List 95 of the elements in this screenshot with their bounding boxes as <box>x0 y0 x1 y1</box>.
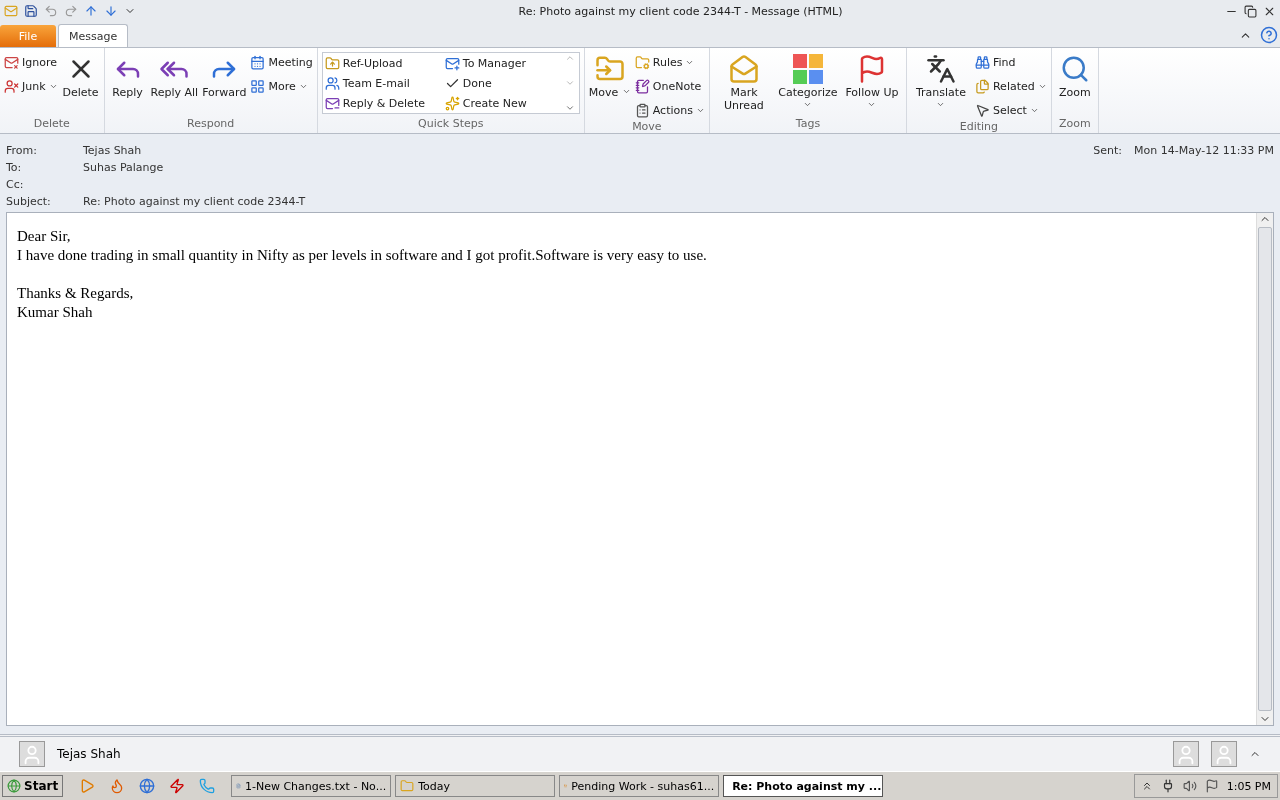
ribbon-button[interactable]: Related <box>974 76 1047 96</box>
people-icon <box>324 75 340 91</box>
field-label: To: <box>6 161 23 174</box>
taskbar-button[interactable]: Today <box>395 775 556 797</box>
field-value: Suhas Palange <box>83 161 165 174</box>
group-label: Zoom <box>1057 117 1092 132</box>
browser-icon[interactable] <box>139 778 156 794</box>
calendar-icon <box>250 54 266 70</box>
field-label: Subject: <box>6 195 52 208</box>
quick-step[interactable]: Create New <box>444 93 565 113</box>
group-label: Delete <box>32 117 71 132</box>
envelope-icon <box>324 95 340 111</box>
ribbon-button[interactable]: Reply <box>108 52 147 99</box>
envelope-x-icon <box>4 54 19 70</box>
media-player-icon[interactable] <box>79 778 96 794</box>
taskbar-button[interactable]: Pending Work - suhas61... <box>559 775 720 797</box>
ribbon-button[interactable]: Rules <box>634 52 705 72</box>
redo-icon[interactable] <box>64 4 78 18</box>
clock: 1:05 PM <box>1226 779 1271 793</box>
undo-icon[interactable] <box>44 4 58 18</box>
up-arrow-icon[interactable] <box>84 4 98 18</box>
caret-icon <box>867 100 877 109</box>
group-label: Editing <box>958 120 999 133</box>
body-text: Kumar Shah <box>17 303 94 322</box>
window-title: Re: Photo against my client code 2344-T - Message (HTML) <box>517 4 844 18</box>
notebook-icon <box>634 78 650 94</box>
taskbar-button[interactable]: 1-New Changes.txt - No... <box>231 775 392 797</box>
ribbon-button[interactable]: Select <box>974 100 1047 120</box>
start-button[interactable]: Start <box>2 775 64 797</box>
ribbon-tab[interactable]: Message <box>58 24 129 47</box>
ribbon-button[interactable]: Meeting <box>250 52 313 72</box>
ribbon-button[interactable]: Junk <box>4 76 58 96</box>
quick-step[interactable]: Team E-mail <box>324 73 445 93</box>
body-text: Dear Sir, <box>17 227 72 246</box>
color-squares-icon <box>792 54 823 84</box>
ribbon-button[interactable]: Categorize <box>777 52 838 112</box>
group-label: Tags <box>794 117 822 132</box>
restore-icon[interactable] <box>1244 4 1257 18</box>
ribbon-button[interactable]: Mark Unread <box>713 52 774 112</box>
folder-icon <box>400 779 415 793</box>
field-label: Sent: <box>1093 144 1122 157</box>
grid-icon <box>250 78 266 94</box>
ribbon-button[interactable]: Ignore <box>4 52 58 72</box>
folder-icon <box>634 54 650 70</box>
ribbon-button[interactable]: Move <box>588 52 631 99</box>
ribbon-button[interactable]: Forward <box>202 52 247 99</box>
person-blocked-icon <box>4 78 19 94</box>
phone-icon[interactable] <box>199 778 216 794</box>
caret-icon <box>936 100 946 109</box>
field-value: Tejas Shah <box>83 144 143 157</box>
quick-step[interactable]: Done <box>444 73 565 93</box>
folder-icon <box>324 55 340 71</box>
down-arrow-icon[interactable] <box>104 4 118 18</box>
binoculars-icon <box>974 54 990 70</box>
translate-icon <box>925 54 956 84</box>
expand-icon[interactable] <box>564 103 575 113</box>
envelope-icon[interactable] <box>4 4 18 18</box>
speaker-icon[interactable] <box>1182 779 1197 793</box>
sparkle-icon <box>444 95 460 111</box>
avatar-silhouette <box>19 741 45 767</box>
ribbon-button[interactable]: Reply All <box>150 52 199 99</box>
group-label: Respond <box>186 117 236 132</box>
ribbon-button[interactable]: Translate <box>910 52 971 112</box>
group-label: Quick Steps <box>417 117 485 132</box>
ribbon-button[interactable]: More <box>250 76 313 96</box>
field-label: From: <box>6 144 38 157</box>
ribbon-button[interactable]: OneNote <box>634 76 705 96</box>
body-text: Thanks & Regards, <box>17 284 135 303</box>
avatar-silhouette <box>1211 741 1237 767</box>
field-value: Re: Photo against my client code 2344-T <box>83 195 307 208</box>
caret-icon <box>803 100 813 109</box>
taskbar-button[interactable]: Re: Photo against my ... <box>723 775 884 797</box>
clipboard-icon <box>634 102 650 118</box>
scrollbar[interactable] <box>1256 213 1273 725</box>
field-label: Cc: <box>6 178 25 191</box>
caret-icon <box>621 87 631 96</box>
person-name: Tejas Shah <box>57 747 121 761</box>
quick-step[interactable]: Ref-Upload <box>324 53 445 73</box>
field-value: Mon 14-May-12 11:33 PM <box>1134 144 1274 157</box>
ribbon-button[interactable]: Find <box>974 52 1047 72</box>
quick-step[interactable]: Reply & Delete <box>324 93 445 113</box>
ribbon-button[interactable]: Zoom <box>1055 52 1094 99</box>
avatar-silhouette <box>1173 741 1199 767</box>
save-icon[interactable] <box>24 4 38 18</box>
ribbon-button[interactable]: Delete <box>61 52 100 99</box>
quick-step[interactable]: To Manager <box>444 53 565 73</box>
body-text: I have done trading in small quantity in Nifty as per levels in software and I got profit.Software is very easy to use. <box>17 246 708 265</box>
pointer-icon <box>974 102 990 118</box>
documents-icon <box>974 78 990 94</box>
group-label: Move <box>631 120 663 133</box>
flag-icon[interactable] <box>1204 779 1219 793</box>
help-icon[interactable] <box>1260 26 1278 44</box>
ribbon-button[interactable]: Actions <box>634 100 705 120</box>
envelope-icon <box>728 54 759 84</box>
ribbon-button[interactable]: Follow Up <box>841 52 902 112</box>
